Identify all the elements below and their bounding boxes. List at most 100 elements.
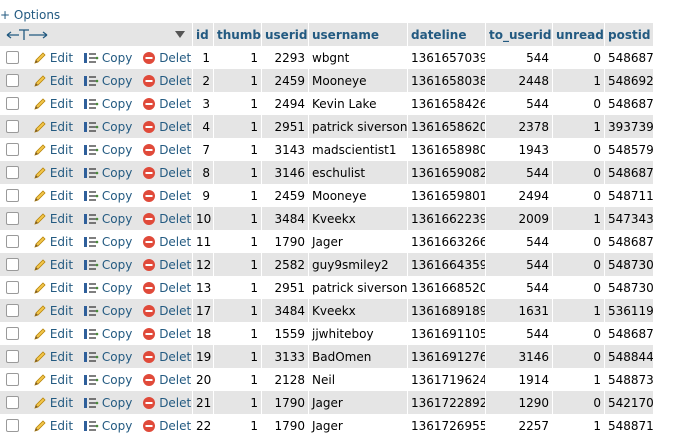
cell-to-userid[interactable]: 544: [486, 46, 553, 69]
cell-dateline[interactable]: 1361658620: [408, 115, 486, 138]
delete-button[interactable]: Delete: [142, 166, 192, 180]
row-checkbox[interactable]: [6, 235, 19, 249]
cell-to-userid[interactable]: 2257: [486, 414, 553, 437]
cell-userid[interactable]: 2951: [262, 115, 309, 138]
cell-to-userid[interactable]: 544: [486, 230, 553, 253]
cell-thumb[interactable]: 1: [214, 69, 262, 92]
edit-button[interactable]: Edit: [33, 166, 73, 180]
row-checkbox[interactable]: [6, 304, 19, 318]
cell-userid[interactable]: 3484: [262, 207, 309, 230]
row-checkbox[interactable]: [6, 143, 19, 157]
delete-button[interactable]: Delete: [142, 74, 192, 88]
cell-unread[interactable]: 0: [553, 184, 605, 207]
cell-unread[interactable]: 0: [553, 322, 605, 345]
copy-button[interactable]: Copy: [83, 281, 132, 295]
edit-button[interactable]: Edit: [33, 212, 73, 226]
cell-id[interactable]: 19: [193, 345, 214, 368]
copy-button[interactable]: Copy: [83, 51, 132, 65]
cell-dateline[interactable]: 1361722892: [408, 391, 486, 414]
sort-dropdown-icon[interactable]: [175, 30, 185, 39]
delete-button[interactable]: Delete: [142, 373, 192, 387]
cell-username[interactable]: Kveekx: [309, 207, 408, 230]
cell-userid[interactable]: 2128: [262, 368, 309, 391]
cell-dateline[interactable]: 1361659801: [408, 184, 486, 207]
column-header-to-userid[interactable]: to_userid: [486, 23, 553, 46]
cell-thumb[interactable]: 1: [214, 207, 262, 230]
cell-postid[interactable]: 548844: [605, 345, 654, 368]
copy-button[interactable]: Copy: [83, 120, 132, 134]
cell-id[interactable]: 13: [193, 276, 214, 299]
cell-postid[interactable]: 548687: [605, 230, 654, 253]
edit-button[interactable]: Edit: [33, 74, 73, 88]
delete-button[interactable]: Delete: [142, 212, 192, 226]
cell-id[interactable]: 7: [193, 138, 214, 161]
column-resize-arrows-icon[interactable]: [5, 28, 49, 42]
column-header-id[interactable]: id: [193, 23, 214, 46]
row-checkbox[interactable]: [6, 419, 19, 433]
copy-button[interactable]: Copy: [83, 396, 132, 410]
cell-unread[interactable]: 0: [553, 46, 605, 69]
cell-userid[interactable]: 2459: [262, 184, 309, 207]
cell-userid[interactable]: 2582: [262, 253, 309, 276]
cell-thumb[interactable]: 1: [214, 230, 262, 253]
cell-thumb[interactable]: 1: [214, 92, 262, 115]
cell-postid[interactable]: 547343: [605, 207, 654, 230]
cell-dateline[interactable]: 1361689189: [408, 299, 486, 322]
cell-thumb[interactable]: 1: [214, 184, 262, 207]
cell-dateline[interactable]: 1361658980: [408, 138, 486, 161]
copy-button[interactable]: Copy: [83, 189, 132, 203]
delete-button[interactable]: Delete: [142, 327, 192, 341]
cell-unread[interactable]: 0: [553, 92, 605, 115]
cell-username[interactable]: madscientist1: [309, 138, 408, 161]
cell-to-userid[interactable]: 544: [486, 322, 553, 345]
cell-dateline[interactable]: 1361662239: [408, 207, 486, 230]
cell-postid[interactable]: 548730: [605, 276, 654, 299]
cell-unread[interactable]: 1: [553, 69, 605, 92]
delete-button[interactable]: Delete: [142, 120, 192, 134]
cell-id[interactable]: 4: [193, 115, 214, 138]
column-header-unread[interactable]: unread: [553, 23, 605, 46]
cell-dateline[interactable]: 1361719624: [408, 368, 486, 391]
column-header-postid[interactable]: postid: [605, 23, 654, 46]
cell-postid[interactable]: 548730: [605, 253, 654, 276]
cell-userid[interactable]: 1790: [262, 414, 309, 437]
cell-username[interactable]: wbgnt: [309, 46, 408, 69]
cell-to-userid[interactable]: 544: [486, 276, 553, 299]
cell-thumb[interactable]: 1: [214, 322, 262, 345]
copy-button[interactable]: Copy: [83, 97, 132, 111]
copy-button[interactable]: Copy: [83, 373, 132, 387]
copy-button[interactable]: Copy: [83, 235, 132, 249]
cell-thumb[interactable]: 1: [214, 46, 262, 69]
cell-username[interactable]: Jager: [309, 230, 408, 253]
delete-button[interactable]: Delete: [142, 281, 192, 295]
edit-button[interactable]: Edit: [33, 51, 73, 65]
row-checkbox[interactable]: [6, 97, 19, 111]
cell-userid[interactable]: 3133: [262, 345, 309, 368]
cell-postid[interactable]: 548687: [605, 322, 654, 345]
row-checkbox[interactable]: [6, 74, 19, 88]
cell-postid[interactable]: 548871: [605, 414, 654, 437]
column-header-dateline[interactable]: dateline: [408, 23, 486, 46]
copy-button[interactable]: Copy: [83, 74, 132, 88]
cell-username[interactable]: Jager: [309, 391, 408, 414]
cell-username[interactable]: Mooneye: [309, 69, 408, 92]
cell-unread[interactable]: 1: [553, 207, 605, 230]
cell-username[interactable]: patrick siverson: [309, 276, 408, 299]
cell-to-userid[interactable]: 544: [486, 161, 553, 184]
cell-userid[interactable]: 2951: [262, 276, 309, 299]
cell-username[interactable]: guy9smiley2: [309, 253, 408, 276]
cell-userid[interactable]: 3143: [262, 138, 309, 161]
edit-button[interactable]: Edit: [33, 143, 73, 157]
edit-button[interactable]: Edit: [33, 120, 73, 134]
cell-userid[interactable]: 2459: [262, 69, 309, 92]
delete-button[interactable]: Delete: [142, 51, 192, 65]
cell-postid[interactable]: 542170: [605, 391, 654, 414]
cell-thumb[interactable]: 1: [214, 276, 262, 299]
cell-to-userid[interactable]: 1943: [486, 138, 553, 161]
cell-id[interactable]: 21: [193, 391, 214, 414]
copy-button[interactable]: Copy: [83, 212, 132, 226]
options-toggle[interactable]: + Options: [0, 7, 60, 23]
cell-dateline[interactable]: 1361664359: [408, 253, 486, 276]
cell-to-userid[interactable]: 2009: [486, 207, 553, 230]
cell-to-userid[interactable]: 1914: [486, 368, 553, 391]
